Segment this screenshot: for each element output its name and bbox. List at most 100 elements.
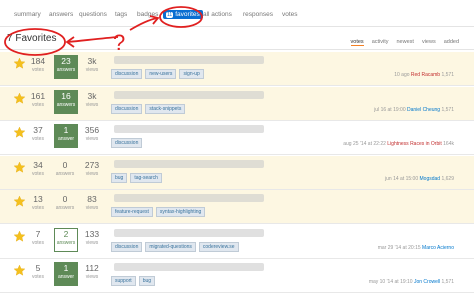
view-count: 83 views bbox=[81, 194, 103, 211]
tag[interactable]: sign-up bbox=[179, 69, 204, 79]
vote-count: 37 votes bbox=[27, 125, 49, 142]
user-link[interactable]: Lightness Races in Orbit bbox=[387, 141, 441, 147]
question-meta: jul 16 at 19:00 Daniel Cheung 1,571 bbox=[374, 107, 454, 113]
tab-summary[interactable]: summary bbox=[14, 11, 41, 18]
favorite-star-icon[interactable] bbox=[13, 195, 26, 208]
tag[interactable]: discussion bbox=[111, 69, 143, 79]
sort-tab-added[interactable]: added bbox=[444, 39, 459, 45]
sort-tab-votes[interactable]: votes bbox=[350, 39, 364, 46]
answer-count: 1 answer bbox=[54, 262, 78, 286]
tab-tags[interactable]: tags bbox=[115, 11, 127, 18]
page-title: 7 Favorites bbox=[7, 33, 57, 44]
tab-votes[interactable]: votes bbox=[282, 11, 298, 18]
favorite-star-icon[interactable] bbox=[13, 92, 26, 105]
answer-count: 0 answers bbox=[54, 160, 76, 177]
question-title-blurred[interactable] bbox=[114, 90, 264, 99]
favorite-star-icon[interactable] bbox=[13, 230, 26, 243]
question-title-blurred[interactable] bbox=[114, 228, 264, 237]
tag[interactable]: bug bbox=[111, 172, 128, 183]
user-link[interactable]: Marco Acierno bbox=[422, 245, 454, 251]
question-title-blurred[interactable] bbox=[114, 263, 264, 271]
view-label: views bbox=[85, 101, 99, 108]
tag[interactable]: new-users bbox=[145, 69, 177, 79]
question-title-blurred[interactable] bbox=[114, 125, 264, 133]
timestamp: may 10 '14 at 19:10 bbox=[368, 279, 413, 285]
tab-label: questions bbox=[79, 11, 107, 18]
tag-list: bug tag-search bbox=[111, 172, 165, 183]
tag[interactable]: discussion bbox=[111, 103, 143, 114]
tab-all-actions[interactable]: all actions bbox=[203, 11, 232, 18]
vote-count: 13 votes bbox=[27, 194, 49, 211]
tag[interactable]: tag-search bbox=[130, 172, 162, 183]
favorite-star-icon[interactable] bbox=[13, 57, 26, 70]
answer-label: answers bbox=[55, 170, 75, 177]
favorite-star-icon[interactable] bbox=[13, 161, 26, 174]
tab-label: responses bbox=[243, 11, 273, 18]
tag[interactable]: discussion bbox=[111, 138, 143, 148]
tag-list: feature-request syntax-highlighting bbox=[111, 207, 208, 217]
question-meta: aug 25 '14 at 22:22 Lightness Races in O… bbox=[343, 141, 454, 147]
annotation-arrow bbox=[67, 36, 119, 43]
tab-favorites[interactable]: 11 favorites bbox=[163, 10, 203, 19]
vote-label: votes bbox=[32, 205, 44, 211]
tag[interactable]: migrated-questions bbox=[145, 241, 196, 252]
question-meta: may 10 '14 at 19:10 Jon Crowell 1,571 bbox=[369, 279, 454, 285]
tag[interactable]: discussion bbox=[111, 241, 143, 252]
divider bbox=[0, 49, 474, 50]
view-number: 83 bbox=[87, 194, 97, 204]
vote-number: 37 bbox=[33, 125, 43, 135]
divider bbox=[0, 26, 474, 27]
sort-tab-views[interactable]: views bbox=[422, 39, 436, 45]
question-row: 184 votes 23 answers 3k views discussion… bbox=[0, 52, 474, 86]
user-link[interactable]: Jon Crowell bbox=[414, 279, 440, 285]
tag[interactable]: codereview.se bbox=[198, 241, 239, 252]
tab-responses[interactable]: responses bbox=[243, 11, 273, 18]
tab-answers[interactable]: answers bbox=[49, 11, 73, 18]
view-count: 356 views bbox=[81, 125, 103, 142]
tag-list: discussion stack-snippets bbox=[111, 103, 188, 114]
sort-tab-activity[interactable]: activity bbox=[372, 39, 389, 45]
user-link[interactable]: Red Racamb bbox=[411, 72, 440, 78]
sort-tab-newest[interactable]: newest bbox=[397, 39, 414, 45]
tab-questions[interactable]: questions bbox=[79, 11, 107, 18]
answer-number: 1 bbox=[63, 263, 69, 273]
answer-count: 0 answers bbox=[54, 194, 76, 211]
user-reputation: 1,571 bbox=[441, 279, 454, 285]
tag[interactable]: bug bbox=[138, 276, 156, 286]
tag[interactable]: syntax-highlighting bbox=[155, 207, 206, 217]
favorite-star-icon[interactable] bbox=[13, 126, 26, 139]
tag[interactable]: stack-snippets bbox=[145, 103, 186, 114]
view-number: 273 bbox=[84, 159, 100, 170]
question-row: 5 votes 1 answer 112 views support bug ma… bbox=[0, 259, 474, 293]
view-count: 3k views bbox=[81, 91, 103, 108]
question-title-blurred[interactable] bbox=[114, 159, 264, 168]
user-link[interactable]: Daniel Cheung bbox=[407, 107, 440, 113]
favorites-count-badge: 11 bbox=[166, 12, 174, 18]
tag[interactable]: support bbox=[111, 276, 136, 286]
answer-label: answer bbox=[57, 274, 75, 280]
question-title-blurred[interactable] bbox=[114, 56, 264, 64]
answer-number: 1 bbox=[63, 125, 69, 135]
question-row: 37 votes 1 answer 356 views discussion a… bbox=[0, 121, 474, 155]
vote-number: 7 bbox=[35, 228, 41, 239]
vote-label: votes bbox=[32, 274, 44, 280]
tab-label: summary bbox=[14, 11, 41, 18]
vote-count: 34 votes bbox=[27, 160, 49, 177]
tab-label: all actions bbox=[203, 11, 232, 18]
timestamp: jul 16 at 19:00 bbox=[374, 106, 406, 113]
user-reputation: 164k bbox=[443, 141, 454, 147]
answer-count: 1 answer bbox=[54, 124, 78, 148]
tag[interactable]: feature-request bbox=[111, 207, 153, 217]
favorite-star-icon[interactable] bbox=[13, 264, 26, 277]
view-number: 3k bbox=[87, 56, 97, 66]
vote-number: 5 bbox=[35, 263, 41, 273]
tag-list: discussion bbox=[111, 138, 145, 148]
view-number: 133 bbox=[84, 228, 100, 239]
tab-badges[interactable]: badges bbox=[137, 11, 158, 18]
question-title-blurred[interactable] bbox=[114, 194, 264, 202]
user-link[interactable]: Mogsdad bbox=[420, 176, 441, 182]
answer-count: 16 answers bbox=[54, 89, 78, 114]
user-reputation: 1,571 bbox=[441, 72, 454, 78]
view-count: 273 views bbox=[81, 160, 103, 177]
answer-label: answers bbox=[55, 205, 75, 211]
